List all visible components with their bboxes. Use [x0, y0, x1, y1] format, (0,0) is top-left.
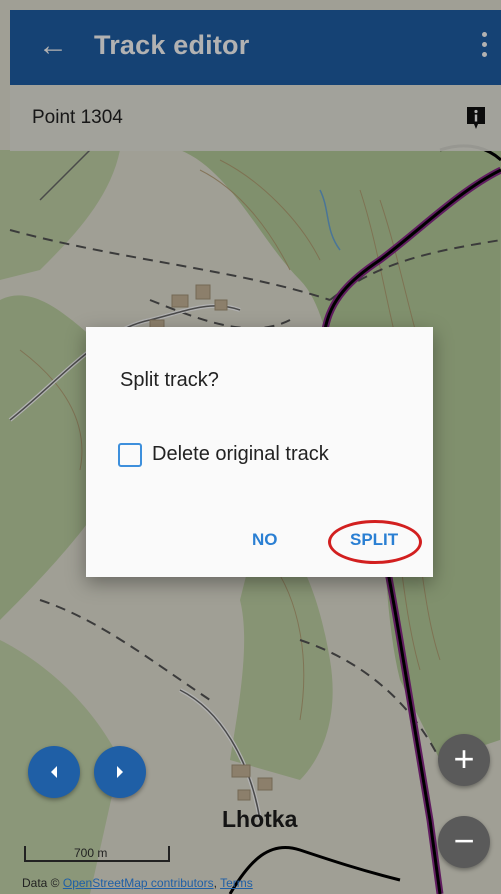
map-attribution: Data © OpenStreetMap contributors, Terms [22, 876, 253, 890]
checkbox-label[interactable]: Delete original track [152, 443, 329, 466]
zoom-out-button[interactable]: − [438, 816, 490, 868]
previous-point-button[interactable] [28, 746, 80, 798]
scale-label: 700 m [74, 846, 108, 860]
delete-original-checkbox[interactable] [118, 443, 142, 467]
split-button[interactable]: SPLIT [350, 530, 398, 550]
split-track-dialog: Split track? Delete original track NO SP… [86, 327, 433, 577]
attribution-prefix: Data © [22, 876, 63, 890]
osm-link[interactable]: OpenStreetMap contributors [63, 876, 214, 890]
terms-link[interactable]: Terms [220, 876, 253, 890]
minus-icon: − [453, 820, 475, 861]
no-button[interactable]: NO [252, 530, 278, 550]
dialog-title: Split track? [120, 369, 219, 391]
next-point-button[interactable] [94, 746, 146, 798]
plus-icon: + [453, 738, 475, 779]
zoom-in-button[interactable]: + [438, 734, 490, 786]
chevron-left-icon [51, 766, 57, 778]
chevron-right-icon [117, 766, 123, 778]
